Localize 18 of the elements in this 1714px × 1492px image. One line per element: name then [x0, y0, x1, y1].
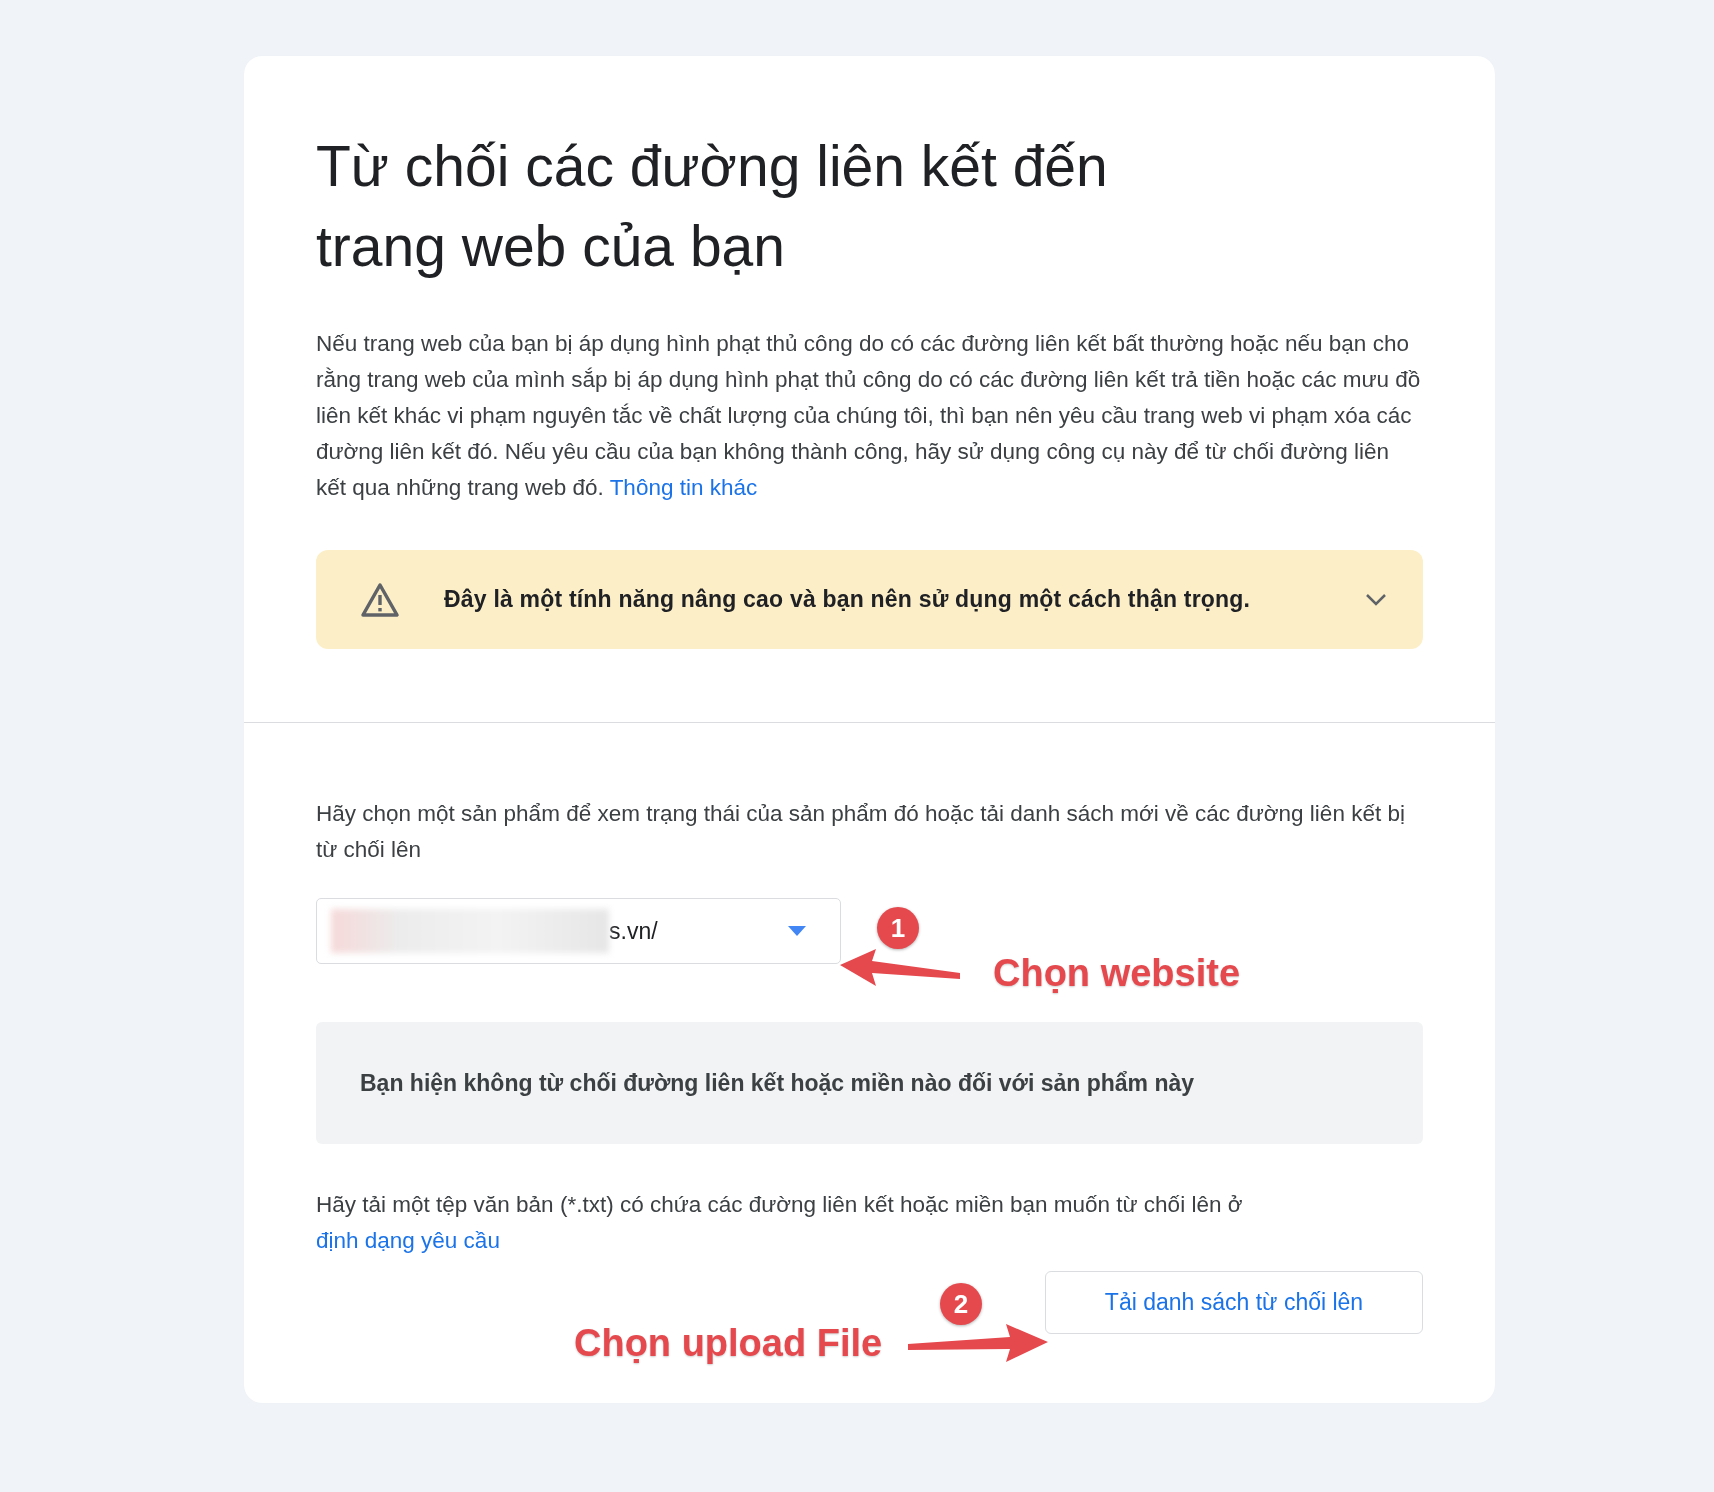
intro-paragraph: Nếu trang web của bạn bị áp dụng hình phạt thủ công do có các đường liên kết bất thường hoặc nếu bạn cho rằng trang web của mình sắp bị áp dụng hình phạt thủ công do có các đường liên kết trả tiền hoặc các mưu đồ liên kết khác vi phạm nguyên tắc về chất lượng của chúng tôi, thì bạn nên yêu cầu trang web vi phạm xóa các đường liên kết đó. Nếu yêu cầu của bạn không thành công, hãy sử dụng công cụ này để từ chối đường liên kết qua những trang web đó. Thông tin khác [316, 330, 1422, 502]
step-number-badge: 2 [940, 1283, 982, 1325]
annotation-label: Chọn website [993, 952, 1241, 995]
annotation-label: Chọn upload File [574, 1322, 883, 1365]
upload-list-button[interactable]: Tải danh sách từ chối lên [1045, 1271, 1423, 1334]
upload-hint-text: Hãy tải một tệp văn bản (*.txt) có chứa các đường liên kết hoặc miền bạn muốn từ chối lên ở định dạng yêu cầu [316, 1191, 1244, 1255]
warning-icon [360, 581, 400, 618]
more-info-link[interactable]: Thông tin khác [609, 475, 758, 500]
page-title: Từ chối các đường liên kết đến trang web của bạn [316, 133, 1109, 280]
instruction-text: Hãy chọn một sản phẩm để xem trạng thái của sản phẩm đó hoặc tải danh sách mới về các đường liên kết bị từ chối lên [316, 800, 1406, 864]
status-message: Bạn hiện không từ chối đường liên kết hoặc miền nào đối với sản phẩm này [316, 1022, 1423, 1144]
dropdown-caret-icon [788, 926, 806, 936]
warning-banner[interactable]: Đây là một tính năng nâng cao và bạn nên sử dụng một cách thận trọng. [316, 550, 1423, 649]
format-link[interactable]: định dạng yêu cầu [316, 1228, 500, 1253]
chevron-icon[interactable] [1365, 592, 1387, 607]
step-number-badge: 1 [877, 907, 919, 949]
product-dropdown[interactable]: s.vn/ [316, 898, 841, 964]
warning-text: Đây là một tính năng nâng cao và bạn nên sử dụng một cách thận trọng. [444, 586, 1252, 613]
